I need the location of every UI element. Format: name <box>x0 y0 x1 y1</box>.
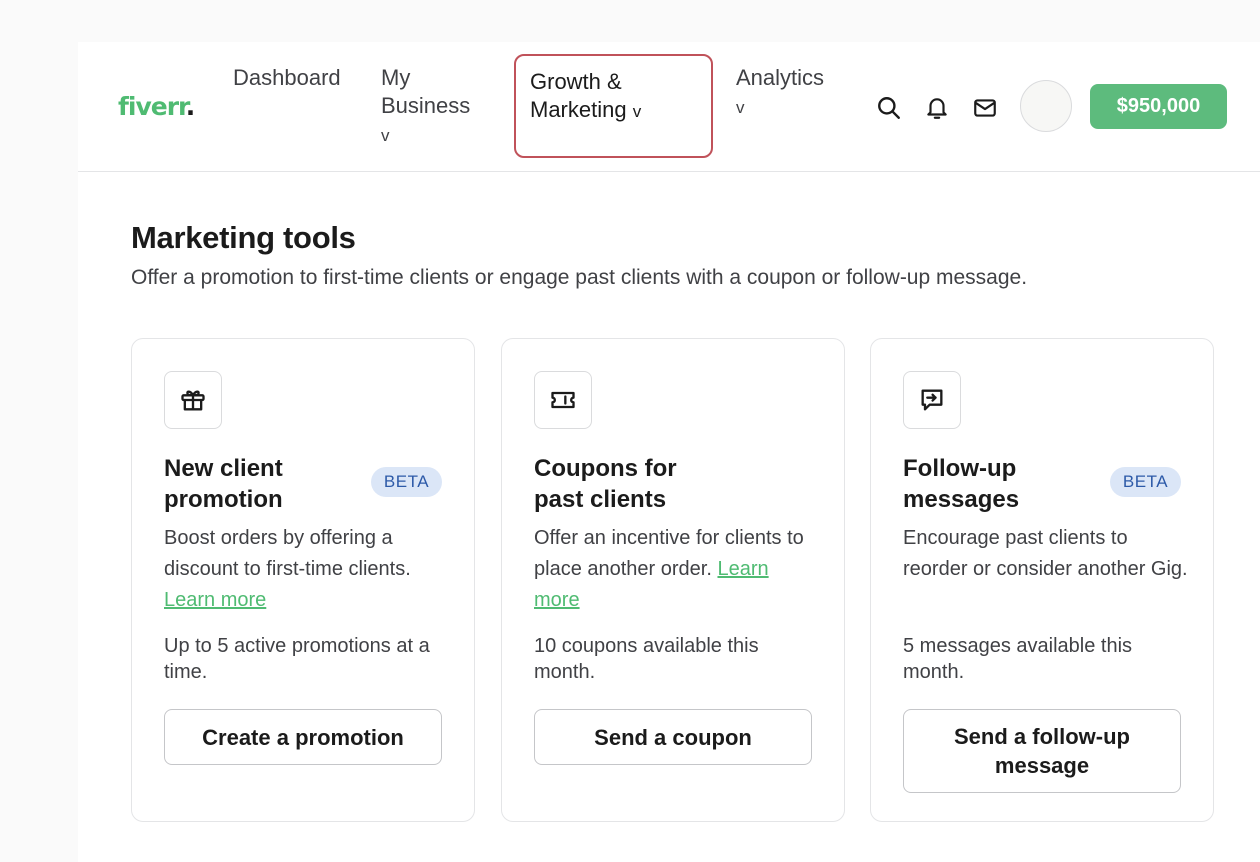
create-promotion-button[interactable]: Create a promotion <box>164 709 442 765</box>
logo-dot: . <box>185 92 195 121</box>
search-icon[interactable] <box>875 94 903 122</box>
page-subtitle: Offer a promotion to first-time clients … <box>131 266 1028 289</box>
nav-growth-marketing-label: Growth & Marketing <box>530 69 627 122</box>
chevron-down-icon: v <box>632 102 642 121</box>
gift-icon <box>164 371 222 429</box>
fiverr-logo[interactable]: fiverr. <box>118 92 195 121</box>
nav-analytics-label: Analytics <box>736 65 825 90</box>
app-window: fiverr. Dashboard My Business v Growth &… <box>78 42 1260 862</box>
card-limit-text: Up to 5 active promotions at a time. <box>164 635 430 683</box>
card-description: Encourage past clients to reorder or con… <box>903 523 1188 585</box>
nav-dashboard[interactable]: Dashboard <box>233 64 341 92</box>
card-limit-text: 10 coupons available this month. <box>534 635 759 683</box>
logo-text: fiverr <box>118 92 187 121</box>
bell-icon[interactable] <box>923 94 951 122</box>
card-follow-up-messages: Follow-up messages BETA Encourage past c… <box>870 338 1214 822</box>
top-margin <box>78 0 1260 42</box>
send-coupon-button[interactable]: Send a coupon <box>534 709 812 765</box>
learn-more-link[interactable]: Learn more <box>164 589 266 611</box>
card-title: Coupons for past clients <box>534 455 677 513</box>
nav-growth-marketing[interactable]: Growth & Marketing v <box>514 54 713 158</box>
top-navigation-bar: fiverr. Dashboard My Business v Growth &… <box>78 42 1260 172</box>
beta-badge: BETA <box>371 467 442 497</box>
ticket-icon <box>534 371 592 429</box>
message-forward-icon <box>903 371 961 429</box>
card-description: Boost orders by offering a discount to f… <box>164 523 449 616</box>
card-coupons-past-clients: Coupons for past clients Offer an incent… <box>501 338 845 822</box>
avatar[interactable] <box>1020 80 1072 132</box>
page-title: Marketing tools <box>131 220 356 255</box>
chevron-down-icon: v <box>381 126 390 145</box>
card-title: Follow-up messages <box>903 455 1020 513</box>
mail-icon[interactable] <box>971 94 999 122</box>
balance-button[interactable]: $950,000 <box>1090 84 1227 129</box>
beta-badge: BETA <box>1110 467 1181 497</box>
nav-analytics[interactable]: Analytics v <box>736 64 846 122</box>
card-description-text: Encourage past clients to reorder or con… <box>903 527 1188 580</box>
card-title: New client promotion <box>164 455 283 513</box>
chevron-down-icon: v <box>736 98 745 117</box>
card-new-client-promotion: New client promotion BETA Boost orders b… <box>131 338 475 822</box>
card-description-text: Boost orders by offering a discount to f… <box>164 527 411 580</box>
nav-my-business-label: My Business <box>381 65 471 118</box>
card-description: Offer an incentive for clients to place … <box>534 523 819 616</box>
nav-dashboard-label: Dashboard <box>233 65 341 90</box>
send-follow-up-button[interactable]: Send a follow-up message <box>903 709 1181 793</box>
card-limit-text: 5 messages available this month. <box>903 635 1133 683</box>
nav-my-business[interactable]: My Business v <box>381 64 491 150</box>
left-margin <box>0 0 78 862</box>
